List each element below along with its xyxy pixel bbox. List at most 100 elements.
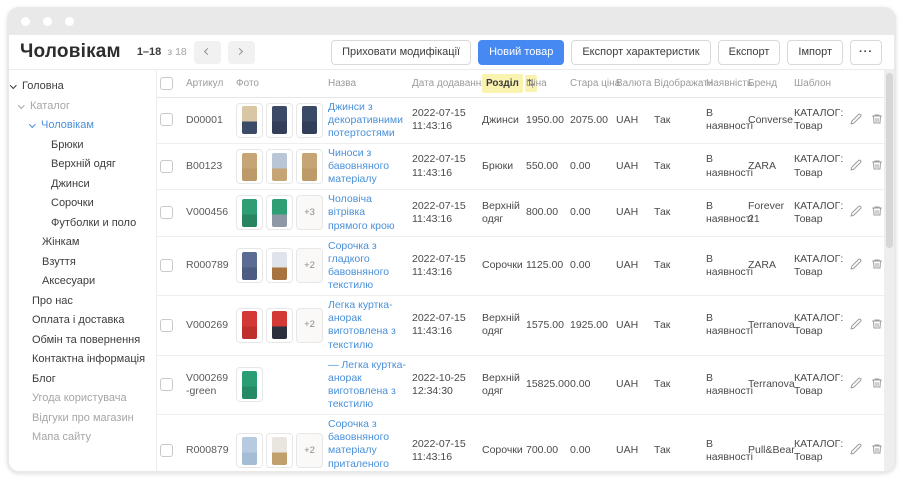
more-photos-badge[interactable]: +3 bbox=[296, 195, 323, 230]
product-photo[interactable] bbox=[236, 103, 263, 138]
select-all-checkbox[interactable] bbox=[160, 77, 173, 90]
delete-button[interactable] bbox=[869, 203, 885, 222]
sidebar-item-futbolky-y-polo[interactable]: Футболки и поло bbox=[9, 214, 156, 234]
sidebar-item-briuky[interactable]: Брюки bbox=[9, 136, 156, 156]
column-header-article[interactable]: Артикул bbox=[183, 70, 233, 97]
column-header-currency[interactable]: Валюта bbox=[613, 70, 651, 97]
column-header-brand[interactable]: Бренд bbox=[745, 70, 791, 97]
row-checkbox[interactable] bbox=[160, 206, 173, 219]
row-checkbox[interactable] bbox=[160, 259, 173, 272]
product-name-link[interactable]: Джинси з декоративними потертостями bbox=[328, 101, 403, 139]
currency-cell: UAH bbox=[613, 296, 651, 356]
product-photo[interactable] bbox=[266, 195, 293, 230]
edit-button[interactable] bbox=[848, 111, 864, 130]
hide-modifications-button[interactable]: Приховати модифікації bbox=[331, 40, 471, 65]
column-header-section[interactable]: Розділ⇅ bbox=[479, 70, 523, 97]
date-cell: 2022-07-1511:43:16 bbox=[409, 296, 479, 356]
edit-button[interactable] bbox=[848, 157, 864, 176]
delete-button[interactable] bbox=[869, 375, 885, 394]
product-name-link[interactable]: Чоловіча вітрівка прямого крою bbox=[328, 193, 395, 231]
sidebar-item-verkhnii-odiah[interactable]: Верхній одяг bbox=[9, 155, 156, 175]
product-photo[interactable] bbox=[266, 308, 293, 343]
sidebar-item-kataloh[interactable]: Каталог bbox=[9, 97, 156, 117]
new-product-button[interactable]: Новий товар bbox=[478, 40, 564, 65]
product-photo[interactable] bbox=[266, 149, 293, 184]
product-photo[interactable] bbox=[296, 149, 323, 184]
export-button[interactable]: Експорт bbox=[718, 40, 781, 65]
product-photo[interactable] bbox=[236, 433, 263, 468]
prev-page-button[interactable] bbox=[194, 41, 221, 64]
product-name-link[interactable]: Сорочка з бавовняного матеріалу притален… bbox=[328, 418, 389, 471]
availability-cell: В наявності bbox=[703, 190, 745, 236]
product-name-link[interactable]: Чиноси з бавовняного матеріалу bbox=[328, 147, 389, 185]
sidebar-item-dzhynsy[interactable]: Джинси bbox=[9, 175, 156, 195]
delete-button[interactable] bbox=[869, 157, 885, 176]
sidebar-item-pro-nas[interactable]: Про нас bbox=[9, 292, 156, 312]
edit-button[interactable] bbox=[848, 203, 864, 222]
sidebar-item-vzuttia[interactable]: Взуття bbox=[9, 253, 156, 273]
next-page-button[interactable] bbox=[228, 41, 255, 64]
edit-button[interactable] bbox=[848, 256, 864, 275]
column-header-old_price[interactable]: Стара ціна bbox=[567, 70, 613, 97]
edit-button[interactable] bbox=[848, 316, 864, 335]
column-header-display[interactable]: Відображати bbox=[651, 70, 703, 97]
garment-image bbox=[242, 199, 257, 227]
sidebar-item-holovna[interactable]: Головна bbox=[9, 77, 156, 97]
product-name-link[interactable]: — Легка куртка-анорак виготовлена з текс… bbox=[328, 359, 406, 410]
sidebar-item-cholovikam[interactable]: Чоловікам bbox=[9, 116, 156, 136]
sidebar-item-zhinkam[interactable]: Жінкам bbox=[9, 233, 156, 253]
window-maximize-icon[interactable] bbox=[65, 17, 74, 26]
column-header-template[interactable]: Шаблон bbox=[791, 70, 845, 97]
delete-button[interactable] bbox=[869, 316, 885, 335]
sidebar-item-sorochky[interactable]: Сорочки bbox=[9, 194, 156, 214]
sidebar-item-bloh[interactable]: Блог bbox=[9, 370, 156, 390]
vertical-scrollbar[interactable] bbox=[884, 70, 894, 471]
sidebar-item-kontaktna-informatsiia[interactable]: Контактна інформація bbox=[9, 350, 156, 370]
product-name-link[interactable]: Сорочка з гладкого бавовняного текстилю bbox=[328, 240, 389, 291]
sidebar-item-uhoda-korystuvacha[interactable]: Угода користувача bbox=[9, 389, 156, 409]
sidebar-item-aksesuary[interactable]: Аксесуари bbox=[9, 272, 156, 292]
product-photo[interactable] bbox=[266, 248, 293, 283]
more-photos-badge[interactable]: +2 bbox=[296, 248, 323, 283]
sidebar-item-obmin-ta-povernennia[interactable]: Обмін та повернення bbox=[9, 331, 156, 351]
row-checkbox[interactable] bbox=[160, 319, 173, 332]
product-photo[interactable] bbox=[236, 149, 263, 184]
sidebar-item-mapa-saitu[interactable]: Мапа сайту bbox=[9, 428, 156, 448]
product-photo[interactable] bbox=[236, 367, 263, 402]
delete-button[interactable] bbox=[869, 441, 885, 460]
more-photos-badge[interactable]: +2 bbox=[296, 308, 323, 343]
product-photo[interactable] bbox=[266, 103, 293, 138]
photo-thumbnails: +2 bbox=[236, 433, 322, 468]
import-button[interactable]: Імпорт bbox=[787, 40, 843, 65]
row-select-cell bbox=[157, 415, 183, 471]
column-header-availability[interactable]: Наявність bbox=[703, 70, 745, 97]
delete-button[interactable] bbox=[869, 111, 885, 130]
product-photo[interactable] bbox=[296, 103, 323, 138]
edit-button[interactable] bbox=[848, 375, 864, 394]
product-photo[interactable] bbox=[236, 195, 263, 230]
garment-image bbox=[242, 153, 257, 181]
window-minimize-icon[interactable] bbox=[43, 17, 52, 26]
currency-cell: UAH bbox=[613, 415, 651, 471]
delete-button[interactable] bbox=[869, 256, 885, 275]
column-header-photo[interactable]: Фото bbox=[233, 70, 325, 97]
product-photo[interactable] bbox=[266, 433, 293, 468]
row-checkbox[interactable] bbox=[160, 444, 173, 457]
row-checkbox[interactable] bbox=[160, 113, 173, 126]
garment-image bbox=[272, 106, 287, 134]
sidebar-item-oplata-i-dostavka[interactable]: Оплата і доставка bbox=[9, 311, 156, 331]
edit-button[interactable] bbox=[848, 441, 864, 460]
more-photos-badge[interactable]: +2 bbox=[296, 433, 323, 468]
window-close-icon[interactable] bbox=[21, 17, 30, 26]
more-button[interactable]: ··· bbox=[850, 40, 882, 65]
product-photo[interactable] bbox=[236, 308, 263, 343]
scrollbar-thumb[interactable] bbox=[886, 73, 893, 248]
column-header-name[interactable]: Назва bbox=[325, 70, 409, 97]
export-characteristics-button[interactable]: Експорт характеристик bbox=[571, 40, 710, 65]
column-header-date[interactable]: Дата додавання bbox=[409, 70, 479, 97]
product-name-link[interactable]: Легка куртка-анорак виготовлена з тексти… bbox=[328, 299, 396, 350]
sidebar-item-vidhuky-pro-mahazyn[interactable]: Відгуки про магазин bbox=[9, 409, 156, 429]
row-checkbox[interactable] bbox=[160, 160, 173, 173]
row-checkbox[interactable] bbox=[160, 378, 173, 391]
product-photo[interactable] bbox=[236, 248, 263, 283]
